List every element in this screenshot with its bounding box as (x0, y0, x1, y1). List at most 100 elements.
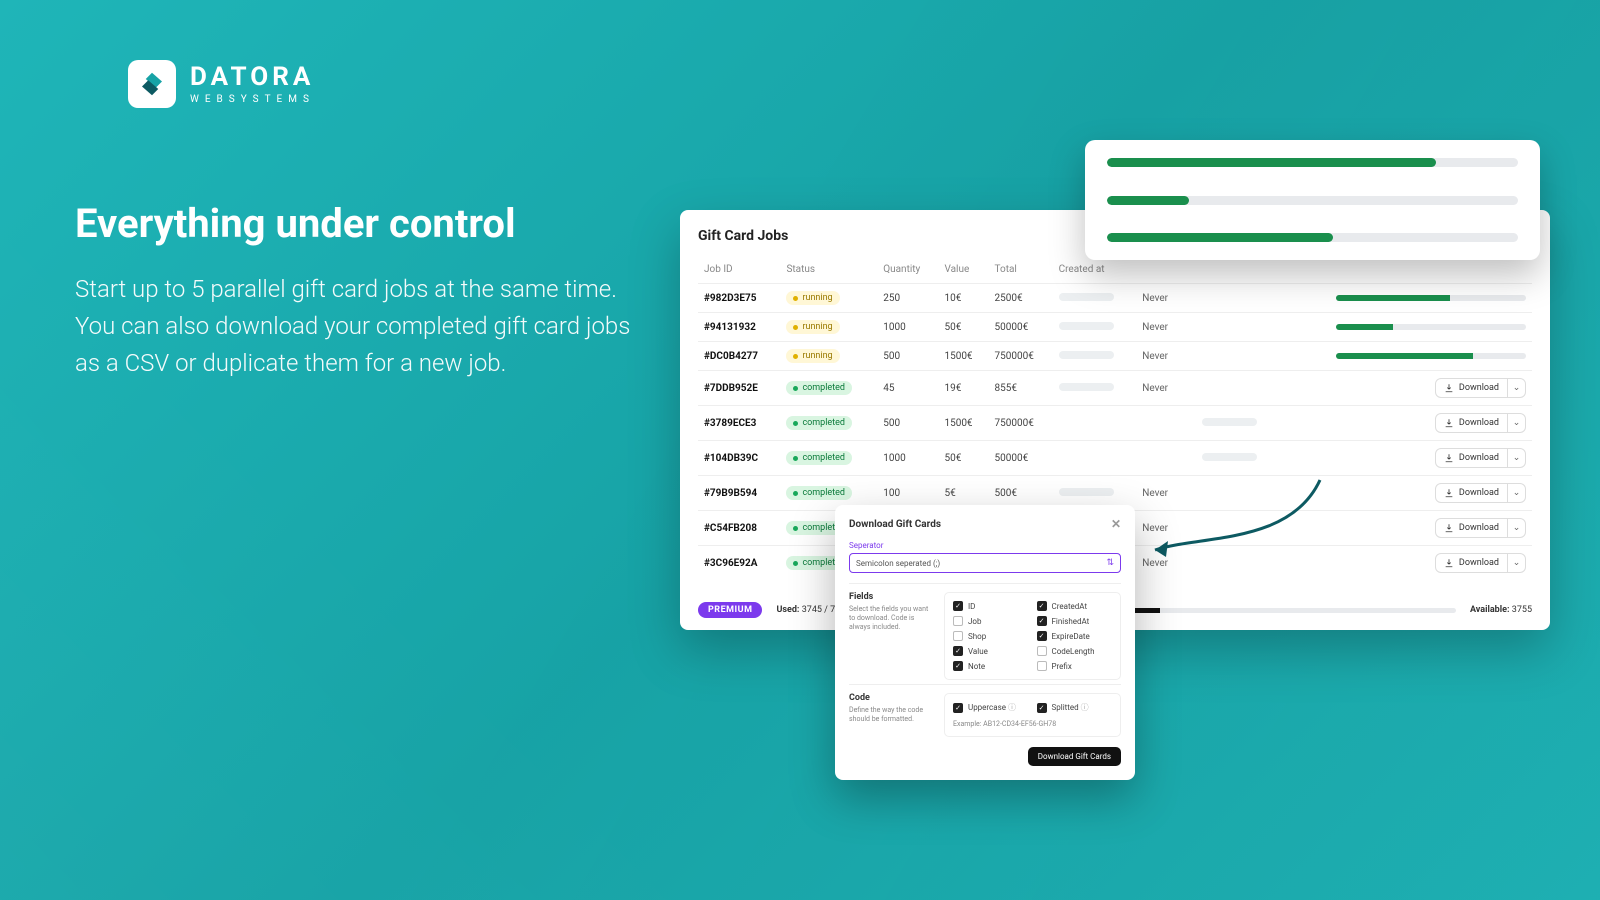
fields-heading: Fields (849, 592, 934, 602)
job-id: #3C96E92A (698, 546, 780, 581)
body-text: Start up to 5 parallel gift card jobs at… (75, 271, 635, 383)
brand-name: DATORA (190, 64, 315, 90)
extra-skel (1196, 476, 1280, 511)
job-progress-bar (1336, 324, 1526, 330)
download-caret-button[interactable]: ⌄ (1508, 553, 1526, 573)
download-modal: Download Gift Cards ✕ Seperator Semicolo… (835, 505, 1135, 780)
info-icon: ⓘ (1081, 703, 1089, 712)
field-checkbox[interactable]: Prefix (1037, 661, 1113, 671)
value-cell: 1500€ (938, 342, 988, 371)
column-header: Value (938, 256, 988, 284)
fields-description: Select the fields you want to download. … (849, 605, 934, 632)
download-button[interactable]: Download (1435, 483, 1508, 503)
field-checkbox[interactable]: CodeLength (1037, 646, 1113, 656)
download-button[interactable]: Download (1435, 413, 1508, 433)
marketing-copy: Everything under control Start up to 5 p… (75, 200, 635, 383)
progress-bar (1107, 158, 1518, 167)
progress-bar (1107, 196, 1518, 205)
download-caret-button[interactable]: ⌄ (1508, 378, 1526, 398)
table-row: #982D3E75running25010€2500€Never (698, 284, 1532, 313)
column-header: Total (989, 256, 1053, 284)
status-badge: completed (786, 451, 852, 465)
extra-skel (1196, 313, 1280, 342)
field-checkbox[interactable]: ✓CreatedAt (1037, 601, 1113, 611)
qty-cell: 500 (877, 406, 938, 441)
progress-overview-card (1085, 140, 1540, 260)
created-text: Never (1136, 371, 1196, 406)
table-row: #94131932 running 100050€50000€ Never (698, 313, 1532, 342)
total-cell: 750000€ (989, 342, 1053, 371)
separator-label: Seperator (849, 541, 1121, 550)
code-option-checkbox[interactable]: ✓Uppercase ⓘ (953, 702, 1029, 713)
download-button[interactable]: Download (1435, 518, 1508, 538)
table-row: #DC0B4277running5001500€750000€Never (698, 342, 1532, 371)
value-cell: 1500€ (938, 406, 988, 441)
extra-skel (1196, 342, 1280, 371)
job-progress-bar (1336, 353, 1526, 359)
chevron-updown-icon: ⇅ (1106, 558, 1114, 568)
logo-mark-icon (128, 60, 176, 108)
extra-skel (1196, 284, 1280, 313)
close-icon[interactable]: ✕ (1111, 517, 1121, 531)
field-checkbox[interactable]: ✓FinishedAt (1037, 616, 1113, 626)
headline: Everything under control (75, 200, 635, 247)
column-header: Created at (1053, 256, 1137, 284)
value-cell: 50€ (938, 441, 988, 476)
job-id: #94131932 (698, 313, 780, 342)
created-cell (1053, 441, 1137, 476)
created-cell (1053, 371, 1137, 406)
created-text: Never (1136, 511, 1196, 546)
field-checkbox[interactable]: ✓Note (953, 661, 1029, 671)
info-icon: ⓘ (1008, 703, 1016, 712)
download-caret-button[interactable]: ⌄ (1508, 483, 1526, 503)
column-header: Quantity (877, 256, 938, 284)
download-button[interactable]: Download (1435, 378, 1508, 398)
created-cell (1053, 406, 1137, 441)
modal-title: Download Gift Cards (849, 519, 941, 530)
created-text (1136, 406, 1196, 441)
qty-cell: 1000 (877, 313, 938, 342)
field-checkbox[interactable]: Shop (953, 631, 1029, 641)
extra-skel (1196, 441, 1280, 476)
created-cell (1053, 284, 1137, 313)
field-checkbox[interactable]: ✓ID (953, 601, 1029, 611)
status-badge: running (786, 320, 839, 334)
value-cell: 50€ (938, 313, 988, 342)
total-cell: 50000€ (989, 313, 1053, 342)
status-badge: completed (786, 381, 852, 395)
qty-cell: 45 (877, 371, 938, 406)
status-badge: completed (786, 416, 852, 430)
available-label: Available: (1470, 605, 1510, 615)
brand-logo: DATORA WEBSYSTEMS (128, 60, 315, 108)
created-text (1136, 441, 1196, 476)
download-button[interactable]: Download (1435, 553, 1508, 573)
total-cell: 2500€ (989, 284, 1053, 313)
status-badge: completed (786, 486, 852, 500)
download-caret-button[interactable]: ⌄ (1508, 518, 1526, 538)
field-checkbox[interactable]: ✓Value (953, 646, 1029, 656)
created-text: Never (1136, 476, 1196, 511)
download-caret-button[interactable]: ⌄ (1508, 448, 1526, 468)
download-caret-button[interactable]: ⌄ (1508, 413, 1526, 433)
job-id: #982D3E75 (698, 284, 780, 313)
created-text: Never (1136, 546, 1196, 581)
field-checkbox[interactable]: Job (953, 616, 1029, 626)
status-badge: running (786, 349, 839, 363)
download-button[interactable]: Download (1435, 448, 1508, 468)
available-value: 3755 (1512, 605, 1532, 615)
created-text: Never (1136, 313, 1196, 342)
extra-skel (1196, 511, 1280, 546)
job-progress-bar (1336, 295, 1526, 301)
table-row: #7DDB952Ecompleted4519€855€NeverDownload… (698, 371, 1532, 406)
table-row: #104DB39Ccompleted100050€50000€Download⌄ (698, 441, 1532, 476)
premium-badge: PREMIUM (698, 602, 762, 618)
separator-select[interactable]: Semicolon seperated (;) ⇅ (849, 553, 1121, 573)
value-cell: 10€ (938, 284, 988, 313)
created-cell (1053, 313, 1137, 342)
code-option-checkbox[interactable]: ✓Splitted ⓘ (1037, 702, 1113, 713)
download-gift-cards-button[interactable]: Download Gift Cards (1028, 747, 1121, 766)
status-badge: running (786, 291, 839, 305)
job-id: #104DB39C (698, 441, 780, 476)
field-checkbox[interactable]: ✓ExpireDate (1037, 631, 1113, 641)
code-example: Example: AB12-CD34-EF56-GH78 (953, 720, 1112, 728)
